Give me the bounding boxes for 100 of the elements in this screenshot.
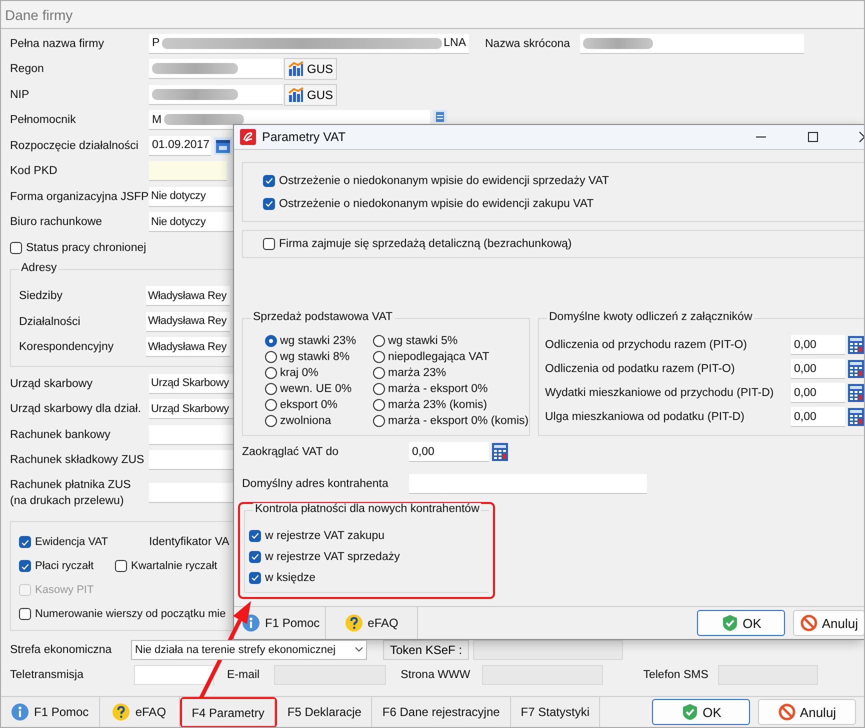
address-field[interactable]: Władysława Rey xyxy=(146,312,230,332)
radio-button[interactable] xyxy=(373,399,385,411)
radio-button[interactable] xyxy=(265,383,277,395)
address-field[interactable]: Władysława Rey xyxy=(146,286,230,306)
text-field[interactable] xyxy=(149,59,283,80)
radio-label: marża 23% xyxy=(388,367,446,379)
cancel-button[interactable]: Anuluj xyxy=(793,610,864,636)
toolbar-button[interactable]: F1 Pomoc xyxy=(234,607,326,639)
checkbox[interactable] xyxy=(115,560,127,572)
text-field[interactable] xyxy=(149,84,283,105)
token-button[interactable]: Token KSeF : xyxy=(383,640,470,660)
company-name-field[interactable]: P LNA xyxy=(149,34,469,54)
contact-field[interactable] xyxy=(274,665,386,686)
amount-field[interactable]: 0,00 xyxy=(791,359,845,379)
radio-button[interactable] xyxy=(373,351,385,363)
info-icon xyxy=(11,703,29,721)
checkbox[interactable] xyxy=(19,608,31,620)
prohibited-icon xyxy=(800,614,818,632)
contact-field[interactable] xyxy=(134,665,214,686)
checkbox[interactable] xyxy=(10,242,22,254)
dropdown-field[interactable]: Nie dotyczy xyxy=(149,212,233,232)
document-icon[interactable] xyxy=(433,110,447,122)
checkbox-label: Ostrzeżenie o niedokonanym wpisie do ewidencji sprzedaży VAT xyxy=(279,174,610,186)
radio-button[interactable] xyxy=(265,335,277,347)
address-field[interactable]: Władysława Rey xyxy=(146,337,230,358)
calendar-icon[interactable] xyxy=(214,136,232,155)
field-label: Pełnomocnik xyxy=(10,114,77,126)
calculator-icon[interactable] xyxy=(848,336,864,354)
checkbox-label: Kwartalnie ryczałt xyxy=(131,560,218,572)
radio-label: marża - eksport 0% (komis) xyxy=(388,415,529,427)
group-title: Domyślne kwoty odliczeń z załączników xyxy=(547,311,754,323)
dropdown-field[interactable]: Nie działa na terenie strefy ekonomicznej xyxy=(131,640,367,660)
field-label: Rachunek bankowy xyxy=(10,428,112,443)
checkbox[interactable] xyxy=(19,560,31,572)
short-name-field[interactable] xyxy=(580,34,804,54)
amount-field[interactable]: 0,00 xyxy=(791,335,845,355)
contact-field[interactable] xyxy=(718,665,818,686)
calculator-icon[interactable] xyxy=(848,408,864,426)
checkbox-label: w księdze xyxy=(265,572,316,584)
ok-button[interactable]: OK xyxy=(697,610,785,636)
account-field[interactable] xyxy=(149,424,233,445)
field-label: NIP xyxy=(10,88,30,101)
field-label: Strona WWW xyxy=(400,669,470,682)
contact-field[interactable] xyxy=(482,665,604,686)
close-icon[interactable] xyxy=(859,131,864,143)
calculator-icon[interactable] xyxy=(492,443,508,461)
checkbox[interactable] xyxy=(263,198,275,210)
toolbar-button[interactable]: eFAQ xyxy=(326,607,418,639)
field-label: Domyślny adres kontrahenta xyxy=(242,478,390,490)
checkbox[interactable] xyxy=(263,238,275,250)
account-field[interactable] xyxy=(149,450,233,470)
checkbox[interactable] xyxy=(249,530,261,542)
dropdown-field[interactable]: Urząd Skarbowy xyxy=(149,399,233,420)
field-label: Telefon SMS xyxy=(643,669,708,682)
amount-field[interactable]: 0,00 xyxy=(791,407,845,427)
calculator-icon[interactable] xyxy=(848,384,864,402)
app-logo-icon xyxy=(240,129,256,145)
checkbox-label: Płaci ryczałt xyxy=(35,560,94,572)
dialog-title: Parametry VAT xyxy=(262,130,346,144)
calculator-icon[interactable] xyxy=(848,360,864,378)
radio-button[interactable] xyxy=(265,415,277,427)
cancel-button[interactable]: Anuluj xyxy=(758,699,856,725)
gus-button[interactable]: GUS xyxy=(284,58,338,80)
checkbox-label: Ostrzeżenie o niedokonanym wpisie do ewidencji zakupu VAT xyxy=(279,198,594,210)
checkbox-label: Firma zajmuje się sprzedażą detaliczną (bezrachunkową) xyxy=(279,238,572,250)
account-field[interactable] xyxy=(149,483,233,503)
dropdown-field[interactable]: Nie dotyczy xyxy=(149,186,233,207)
help-icon xyxy=(112,703,130,721)
radio-label: kraj 0% xyxy=(280,367,318,379)
radio-button[interactable] xyxy=(373,367,385,379)
date-field[interactable]: 01.09.2017 xyxy=(149,136,211,156)
checkbox-label: w rejestrze VAT zakupu xyxy=(265,530,385,542)
checkbox[interactable] xyxy=(19,536,31,548)
radio-label: marża 23% (komis) xyxy=(388,399,488,411)
checkbox[interactable] xyxy=(249,550,261,562)
radio-button[interactable] xyxy=(265,351,277,363)
address-field[interactable] xyxy=(409,474,647,494)
radio-button[interactable] xyxy=(265,367,277,379)
ok-button[interactable]: OK xyxy=(652,699,750,725)
chevron-down-icon xyxy=(355,647,363,652)
dropdown-field[interactable]: Urząd Skarbowy xyxy=(149,374,233,394)
field-label: Forma organizacyjna JSFP xyxy=(10,190,149,203)
maximize-icon[interactable] xyxy=(807,131,819,143)
radio-button[interactable] xyxy=(373,335,385,347)
radio-button[interactable] xyxy=(373,383,385,395)
radio-button[interactable] xyxy=(373,415,385,427)
checkbox[interactable] xyxy=(249,572,261,584)
radio-button[interactable] xyxy=(265,399,277,411)
toolbar-button[interactable]: F4 Parametry xyxy=(182,699,276,726)
amount-field[interactable]: 0,00 xyxy=(409,442,489,462)
field-label: Kod PKD xyxy=(10,165,58,178)
pkd-field[interactable] xyxy=(149,161,227,182)
radio-label: marża - eksport 0% xyxy=(388,383,488,395)
checkbox-label: Numerowanie wierszy od początku mie xyxy=(35,608,226,620)
field-label: Urząd skarbowy dla dział. xyxy=(10,403,142,416)
checkbox[interactable] xyxy=(263,174,275,186)
gus-button[interactable]: GUS xyxy=(284,84,338,106)
amount-field[interactable]: 0,00 xyxy=(791,383,845,403)
prohibited-icon xyxy=(778,703,796,721)
help-icon xyxy=(344,614,363,632)
